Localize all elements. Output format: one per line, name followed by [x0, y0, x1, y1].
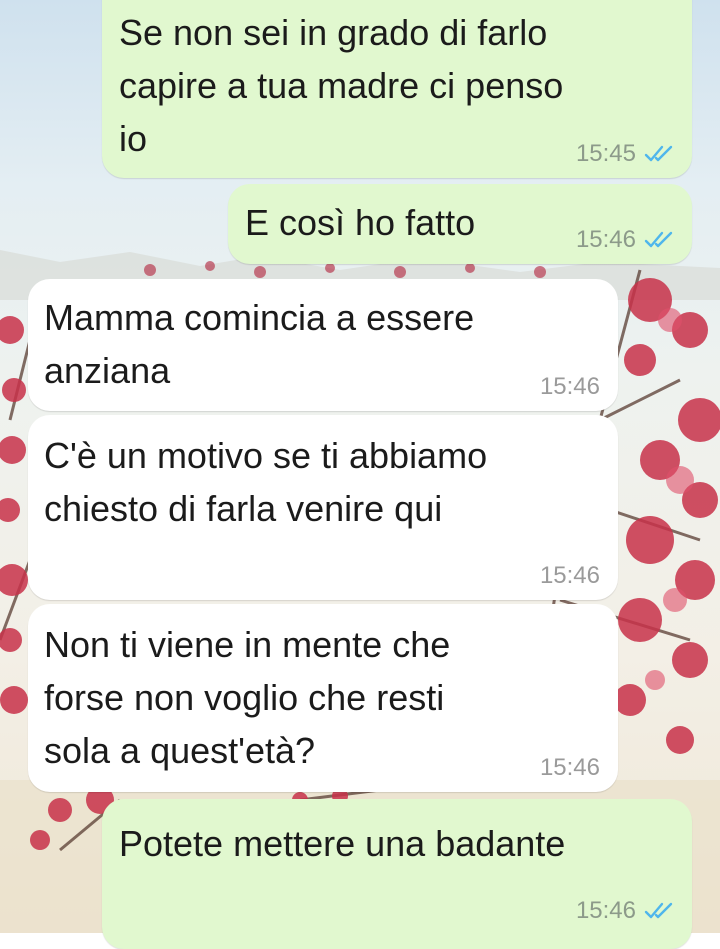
message-time: 15:46: [539, 562, 600, 589]
incoming-message-bubble[interactable]: Mamma comincia a essere anziana 15:46: [28, 279, 618, 411]
outgoing-message-bubble[interactable]: Potete mettere una badante 15:46: [102, 799, 692, 949]
message-meta: 15:46: [540, 754, 600, 782]
message-time: 15:46: [575, 226, 636, 253]
message-meta: 15:46: [540, 373, 600, 401]
message-time: 15:46: [575, 897, 636, 924]
incoming-message-bubble[interactable]: Non ti viene in mente che forse non vogl…: [28, 604, 618, 792]
message-meta: 15:46: [576, 897, 674, 925]
message-meta: 15:46: [540, 562, 600, 590]
message-meta: 15:46: [576, 226, 674, 254]
message-list[interactable]: Se non sei in grado di farlo capire a tu…: [0, 0, 720, 949]
incoming-message-bubble[interactable]: C'è un motivo se ti abbiamo chiesto di f…: [28, 415, 618, 600]
double-check-read-icon: [644, 144, 674, 164]
outgoing-message-bubble[interactable]: Se non sei in grado di farlo capire a tu…: [102, 0, 692, 178]
message-text: Potete mettere una badante: [119, 823, 566, 864]
message-text: E così ho fatto: [245, 202, 476, 243]
message-time: 15:46: [539, 373, 600, 400]
double-check-read-icon: [644, 901, 674, 921]
message-text: Se non sei in grado di farlo capire a tu…: [119, 12, 564, 159]
message-time: 15:45: [575, 140, 636, 167]
message-meta: 15:45: [576, 140, 674, 168]
outgoing-message-bubble[interactable]: E così ho fatto 15:46: [228, 184, 692, 264]
message-text: C'è un motivo se ti abbiamo chiesto di f…: [44, 435, 488, 529]
message-text: Mamma comincia a essere anziana: [44, 297, 475, 391]
message-text: Non ti viene in mente che forse non vogl…: [44, 624, 451, 771]
message-time: 15:46: [539, 754, 600, 781]
double-check-read-icon: [644, 230, 674, 250]
